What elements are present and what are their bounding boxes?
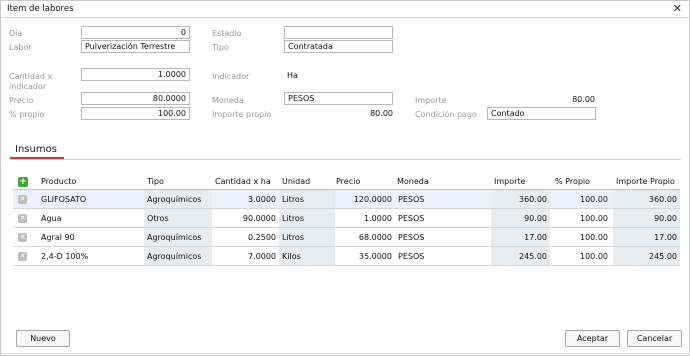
cell-precio[interactable]: 35.0000 <box>335 247 395 265</box>
cell-importe: 90.00 <box>491 209 550 227</box>
remove-icon[interactable]: ✕ <box>18 214 27 223</box>
aceptar-button[interactable]: Aceptar <box>565 330 620 347</box>
cell-cantidad[interactable]: 7.0000 <box>212 247 279 265</box>
cell-producto[interactable]: 2,4-D 100% <box>38 247 142 265</box>
cell-tipo[interactable]: Agroquímicos <box>144 190 212 208</box>
moneda-label: Moneda <box>212 96 244 105</box>
tipo-label: Tipo <box>212 43 229 52</box>
cell-cantidad[interactable]: 90.0000 <box>212 209 279 227</box>
plus-icon[interactable]: + <box>18 177 28 187</box>
item-de-labores-dialog: Item de labores ✕ Día 0 Estadio Labor Pu… <box>0 0 690 356</box>
table-row[interactable]: ✕ Agua Otros 90.0000 Litros 1.0000 PESOS… <box>13 209 680 228</box>
cell-precio[interactable]: 1.0000 <box>335 209 395 227</box>
cell-tipo[interactable]: Agroquímicos <box>144 247 212 265</box>
moneda-field[interactable]: PESOS <box>284 92 393 105</box>
cell-cantidad[interactable]: 0.2500 <box>212 228 279 246</box>
column-header-unidad[interactable]: Unidad <box>279 174 335 189</box>
cell-importe-propio: 360.00 <box>613 190 680 208</box>
row-action: ✕ <box>13 247 37 265</box>
cell-tipo[interactable]: Agroquímicos <box>144 228 212 246</box>
importe-value: 80.00 <box>572 95 595 104</box>
condicion-pago-label: Condición pago <box>415 110 477 119</box>
indicador-label: Indicador <box>212 72 250 81</box>
remove-icon[interactable]: ✕ <box>18 195 27 204</box>
cell-tipo[interactable]: Otros <box>144 209 212 227</box>
cell-propio[interactable]: 100.00 <box>550 247 611 265</box>
tab-insumos[interactable]: Insumos <box>15 144 57 155</box>
cell-precio[interactable]: 68.0000 <box>335 228 395 246</box>
column-header-precio[interactable]: Precio <box>333 174 395 189</box>
table-row[interactable]: ✕ Agral 90 Agroquímicos 0.2500 Litros 68… <box>13 228 680 247</box>
cell-importe-propio: 245.00 <box>613 247 680 265</box>
cell-propio[interactable]: 100.00 <box>550 190 611 208</box>
cell-unidad[interactable]: Kilos <box>279 247 335 265</box>
condicion-pago-field[interactable]: Contado <box>487 107 596 120</box>
cantidad-label-line1: Cantidad x <box>9 72 53 81</box>
row-action: ✕ <box>13 228 37 246</box>
cell-importe-propio: 90.00 <box>613 209 680 227</box>
cancelar-button[interactable]: Cancelar <box>627 330 682 347</box>
grid-header-action: + <box>13 174 37 189</box>
importe-propio-label: Importe propio <box>212 110 272 119</box>
column-header-importe-propio[interactable]: Importe Propio <box>613 174 680 189</box>
precio-field[interactable]: 80.0000 <box>81 92 190 105</box>
propio-field[interactable]: 100.00 <box>81 107 190 120</box>
dia-label: Día <box>9 29 23 38</box>
cell-importe: 360.00 <box>491 190 550 208</box>
indicador-value: Ha <box>287 71 298 80</box>
cantidad-label-line2: indicador <box>9 82 47 91</box>
nuevo-button[interactable]: Nuevo <box>16 330 70 347</box>
dia-field[interactable]: 0 <box>81 26 190 39</box>
cell-moneda[interactable]: PESOS <box>395 247 491 265</box>
close-icon[interactable]: ✕ <box>673 2 682 16</box>
importe-propio-value: 80.00 <box>370 109 393 118</box>
estadio-field[interactable] <box>284 26 393 39</box>
column-header-moneda[interactable]: Moneda <box>394 174 490 189</box>
cell-moneda[interactable]: PESOS <box>395 209 491 227</box>
cell-importe: 17.00 <box>491 228 550 246</box>
cell-unidad[interactable]: Litros <box>279 190 335 208</box>
cell-cantidad[interactable]: 3.0000 <box>212 190 279 208</box>
row-action: ✕ <box>13 209 37 227</box>
cell-producto[interactable]: GLIFOSATO <box>38 190 142 208</box>
column-header-producto[interactable]: Producto <box>38 174 142 189</box>
propio-label: % propio <box>9 110 45 119</box>
footer-divider <box>1 353 689 354</box>
cell-unidad[interactable]: Litros <box>279 228 335 246</box>
labor-field[interactable]: Pulverización Terrestre <box>81 40 190 53</box>
column-header-cantidad[interactable]: Cantidad x ha <box>212 174 279 189</box>
labor-label: Labor <box>9 43 32 52</box>
cell-moneda[interactable]: PESOS <box>395 190 491 208</box>
cell-moneda[interactable]: PESOS <box>395 228 491 246</box>
cell-propio[interactable]: 100.00 <box>550 209 611 227</box>
tipo-field[interactable]: Contratada <box>284 40 393 53</box>
dialog-titlebar: Item de labores ✕ <box>1 1 689 18</box>
dialog-title: Item de labores <box>7 4 74 14</box>
estadio-label: Estadio <box>212 29 242 38</box>
cell-producto[interactable]: Agral 90 <box>38 228 142 246</box>
table-row[interactable]: ✕ GLIFOSATO Agroquímicos 3.0000 Litros 1… <box>13 190 680 209</box>
column-header-tipo[interactable]: Tipo <box>144 174 212 189</box>
remove-icon[interactable]: ✕ <box>18 252 27 261</box>
tab-divider <box>10 159 681 160</box>
cell-unidad[interactable]: Litros <box>279 209 335 227</box>
row-action: ✕ <box>13 190 37 208</box>
cell-importe-propio: 17.00 <box>613 228 680 246</box>
cell-precio[interactable]: 120.0000 <box>335 190 395 208</box>
column-header-importe[interactable]: Importe <box>491 174 549 189</box>
table-row[interactable]: ✕ 2,4-D 100% Agroquímicos 7.0000 Kilos 3… <box>13 247 680 266</box>
precio-label: Precio <box>9 96 34 105</box>
importe-label: Importe <box>415 96 447 105</box>
cell-producto[interactable]: Agua <box>38 209 142 227</box>
cantidad-field[interactable]: 1.0000 <box>81 68 190 81</box>
cell-importe: 245.00 <box>491 247 550 265</box>
column-header-propio[interactable]: % Propio <box>552 174 611 189</box>
cell-propio[interactable]: 100.00 <box>550 228 611 246</box>
grid-header-row: + Producto Tipo Cantidad x ha Unidad Pre… <box>13 174 680 190</box>
remove-icon[interactable]: ✕ <box>18 233 27 242</box>
